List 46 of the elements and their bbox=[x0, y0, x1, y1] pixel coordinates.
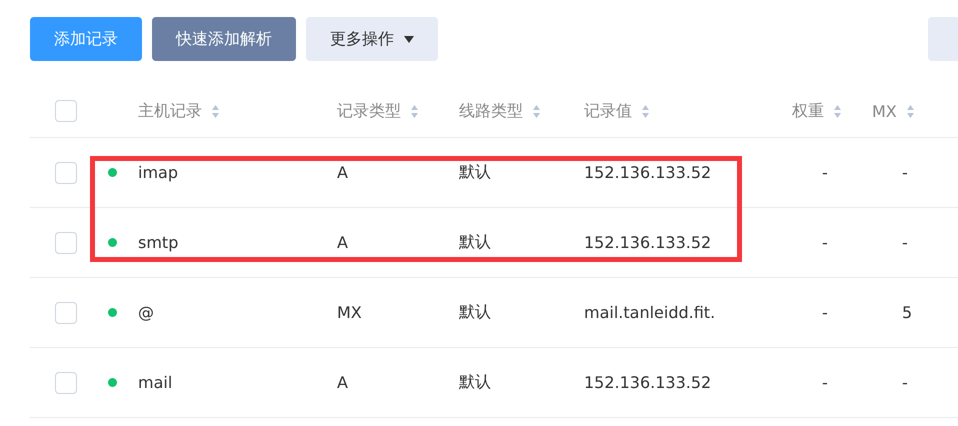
column-header[interactable]: MX bbox=[872, 102, 897, 120]
table-cell: 152.136.133.52 bbox=[584, 163, 712, 182]
table-cell: 默认 bbox=[459, 302, 491, 323]
column-header[interactable]: 主机记录 bbox=[138, 100, 202, 122]
sort-icon[interactable] bbox=[533, 104, 540, 118]
add-record-button[interactable]: 添加记录 bbox=[30, 17, 142, 61]
table-cell: - bbox=[822, 303, 828, 322]
table-cell: 152.136.133.52 bbox=[584, 373, 712, 392]
sort-icon[interactable] bbox=[642, 104, 649, 118]
table-cell: A bbox=[337, 233, 348, 252]
table-cell: imap bbox=[138, 163, 178, 182]
table-cell: 默认 bbox=[459, 232, 491, 253]
table-cell: - bbox=[902, 373, 908, 392]
column-header[interactable]: 记录类型 bbox=[337, 100, 401, 122]
toolbar-button[interactable] bbox=[928, 17, 958, 61]
column-header[interactable]: 线路类型 bbox=[459, 100, 523, 122]
table-cell: A bbox=[337, 373, 348, 392]
table-cell: - bbox=[822, 373, 828, 392]
column-header[interactable]: 权重 bbox=[792, 100, 824, 122]
row-checkbox[interactable] bbox=[55, 372, 77, 394]
select-all-checkbox[interactable] bbox=[55, 100, 77, 122]
table-cell: mail bbox=[138, 373, 172, 392]
sort-icon[interactable] bbox=[411, 104, 418, 118]
sort-icon[interactable] bbox=[212, 104, 219, 118]
table-cell: 152.136.133.52 bbox=[584, 233, 712, 252]
column-header[interactable]: 记录值 bbox=[584, 100, 632, 122]
row-checkbox[interactable] bbox=[55, 162, 77, 184]
table-cell: @ bbox=[138, 303, 154, 322]
table-cell: 默认 bbox=[459, 372, 491, 393]
quick-add-button[interactable]: 快速添加解析 bbox=[152, 17, 296, 61]
table-cell: - bbox=[902, 163, 908, 182]
table-cell: smtp bbox=[138, 233, 178, 252]
more-actions-button[interactable]: 更多操作 bbox=[306, 17, 438, 61]
table-cell: - bbox=[902, 233, 908, 252]
table-cell: MX bbox=[337, 303, 362, 322]
table-cell: 5 bbox=[902, 303, 912, 322]
table-cell: - bbox=[822, 163, 828, 182]
sort-icon[interactable] bbox=[834, 104, 841, 118]
table-cell: A bbox=[337, 163, 348, 182]
table-cell: mail.tanleidd.fit. bbox=[584, 303, 716, 322]
row-checkbox[interactable] bbox=[55, 232, 77, 254]
table-cell: - bbox=[822, 233, 828, 252]
row-checkbox[interactable] bbox=[55, 302, 77, 324]
caret-icon bbox=[404, 36, 414, 42]
table-cell: 默认 bbox=[459, 162, 491, 183]
sort-icon[interactable] bbox=[906, 104, 914, 118]
